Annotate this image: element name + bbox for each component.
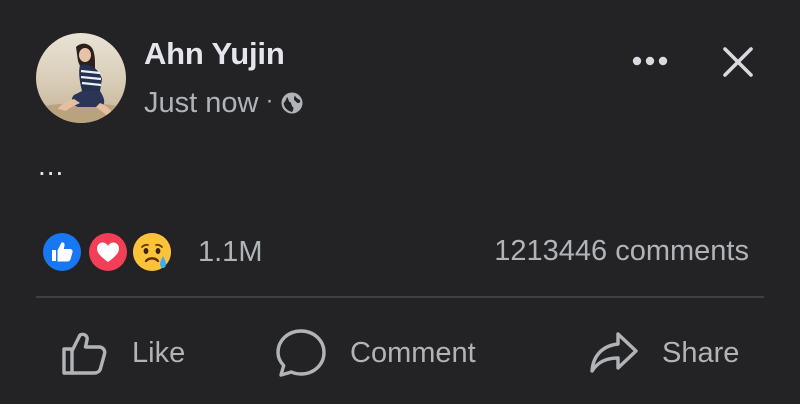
comment-bubble-icon <box>276 329 326 377</box>
divider <box>36 296 764 298</box>
author-name[interactable]: Ahn Yujin <box>144 36 285 72</box>
post-text: ... <box>38 150 65 181</box>
close-button[interactable] <box>716 40 760 84</box>
like-button[interactable]: Like <box>58 326 185 380</box>
post-card: Ahn Yujin Just now · ... 1.1M 1213446 co… <box>0 0 800 404</box>
comment-label: Comment <box>350 336 476 369</box>
globe-icon[interactable] <box>280 91 304 115</box>
reaction-count: 1.1M <box>198 235 263 268</box>
more-dots-icon <box>632 56 668 66</box>
share-label: Share <box>662 336 740 369</box>
reactions-summary[interactable]: 1.1M <box>40 230 262 274</box>
comments-count[interactable]: 1213446 comments <box>494 235 749 268</box>
avatar-image <box>36 33 126 123</box>
love-reaction-icon <box>86 230 130 274</box>
share-button[interactable]: Share <box>588 326 739 380</box>
like-reaction-icon <box>40 230 84 274</box>
comment-button[interactable]: Comment <box>274 326 476 380</box>
care-sad-reaction-icon <box>130 230 174 274</box>
avatar[interactable] <box>36 33 126 123</box>
timestamp[interactable]: Just now <box>144 87 258 120</box>
thumbs-up-icon <box>62 332 107 375</box>
reaction-icons <box>40 230 178 274</box>
post-meta: Just now · <box>144 85 304 121</box>
meta-separator: · <box>265 87 274 114</box>
close-icon <box>723 47 753 77</box>
share-arrow-icon <box>590 332 638 373</box>
like-label: Like <box>132 336 186 369</box>
more-options-button[interactable] <box>624 42 676 80</box>
